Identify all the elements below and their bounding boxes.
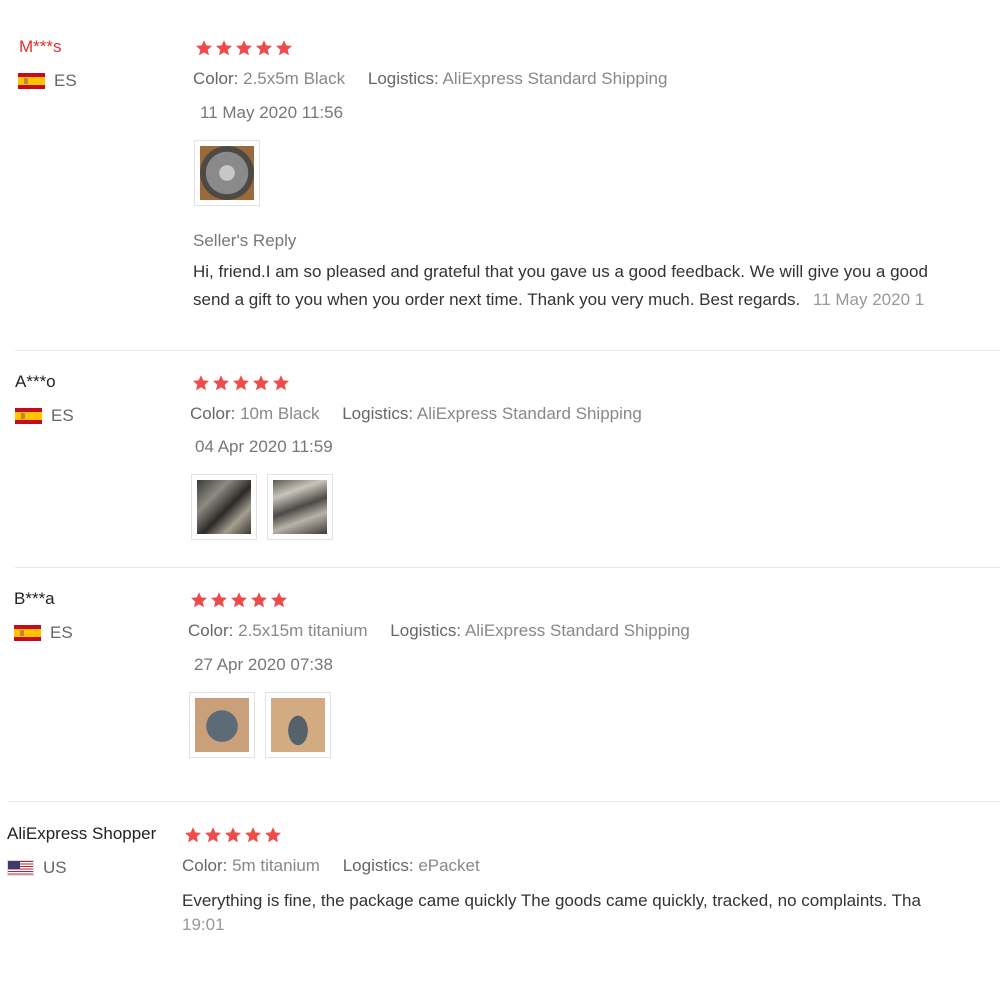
color-value: 2.5x15m titanium (238, 621, 368, 640)
review-date: 19:01 (182, 915, 225, 934)
star-rating (192, 374, 290, 392)
star-rating (195, 39, 293, 57)
country-code: ES (50, 623, 73, 642)
star-icon (231, 592, 247, 608)
star-icon (236, 40, 252, 56)
color-value: 2.5x5m Black (243, 69, 346, 88)
star-icon (211, 592, 227, 608)
photo-tape-roll (195, 698, 249, 752)
review-text: Everything is fine, the package came qui… (182, 891, 921, 910)
logistics-value: AliExpress Standard Shipping (464, 621, 690, 640)
review-divider (15, 350, 1000, 351)
photo-tape-roll (271, 698, 325, 752)
star-icon (185, 827, 201, 843)
star-icon (253, 375, 269, 391)
reviewer-country: ES (15, 406, 74, 426)
reviewer-name: A***o (15, 372, 56, 391)
spain-flag-icon (15, 408, 42, 424)
star-icon (191, 592, 207, 608)
logistics-label: Logistics: (342, 856, 414, 875)
star-icon (256, 40, 272, 56)
review-divider (15, 567, 1000, 568)
reviewer-name: B***a (14, 589, 55, 608)
color-label: Color: (190, 404, 236, 423)
review-meta: Color: 10m Black Logistics: AliExpress S… (190, 404, 642, 424)
usa-flag-icon (7, 860, 34, 876)
review-meta: Color: 2.5x15m titanium Logistics: AliEx… (188, 621, 690, 641)
logistics-label: Logistics: (390, 621, 462, 640)
review-date: 04 Apr 2020 11:59 (195, 437, 333, 456)
seller-reply-title: Seller's Reply (193, 231, 297, 250)
star-icon (205, 827, 221, 843)
review-date: 27 Apr 2020 07:38 (194, 655, 333, 674)
review-meta: Color: 2.5x5m Black Logistics: AliExpres… (193, 69, 667, 89)
color-label: Color: (182, 856, 228, 875)
review-photo-thumbnail[interactable] (265, 692, 331, 758)
star-icon (193, 375, 209, 391)
star-icon (276, 40, 292, 56)
review-photo-thumbnail[interactable] (191, 474, 257, 540)
seller-reply-date: 11 May 2020 1 (813, 290, 925, 309)
star-icon (216, 40, 232, 56)
review-meta: Color: 5m titanium Logistics: ePacket (182, 856, 480, 876)
logistics-value: AliExpress Standard Shipping (416, 404, 642, 423)
photo-tape-installed (273, 480, 327, 534)
logistics-label: Logistics: (342, 404, 414, 423)
star-icon (273, 375, 289, 391)
star-rating (184, 826, 282, 844)
review-photo-thumbnail[interactable] (189, 692, 255, 758)
review-divider (8, 801, 1000, 802)
star-icon (196, 40, 212, 56)
reviewer-country: US (7, 858, 67, 878)
star-icon (245, 827, 261, 843)
logistics-value: ePacket (418, 856, 480, 875)
review-photo-thumbnail[interactable] (267, 474, 333, 540)
country-code: ES (54, 71, 77, 90)
logistics-label: Logistics: (367, 69, 439, 88)
reviewer-country: ES (14, 623, 73, 643)
color-label: Color: (193, 69, 239, 88)
star-icon (271, 592, 287, 608)
spain-flag-icon (14, 625, 41, 641)
country-code: US (43, 858, 67, 877)
reviewer-name: AliExpress Shopper (7, 824, 157, 843)
country-code: ES (51, 406, 74, 425)
logistics-value: AliExpress Standard Shipping (442, 69, 668, 88)
star-icon (233, 375, 249, 391)
seller-reply-text-continued: send a gift to you when you order next t… (193, 290, 924, 310)
photo-tape-installed (197, 480, 251, 534)
star-icon (265, 827, 281, 843)
star-rating (190, 591, 288, 609)
spain-flag-icon (18, 73, 45, 89)
star-icon (251, 592, 267, 608)
color-label: Color: (188, 621, 234, 640)
seller-reply-text: Hi, friend.I am so pleased and grateful … (193, 262, 928, 281)
star-icon (225, 827, 241, 843)
review-date: 11 May 2020 11:56 (200, 103, 344, 122)
color-value: 5m titanium (232, 856, 320, 875)
reviewer-name: M***s (19, 37, 62, 56)
photo-tape-roll (200, 146, 254, 200)
color-value: 10m Black (240, 404, 320, 423)
star-icon (213, 375, 229, 391)
reviewer-country: ES (18, 71, 77, 91)
review-photo-thumbnail[interactable] (194, 140, 260, 206)
seller-reply-line: send a gift to you when you order next t… (193, 290, 801, 309)
